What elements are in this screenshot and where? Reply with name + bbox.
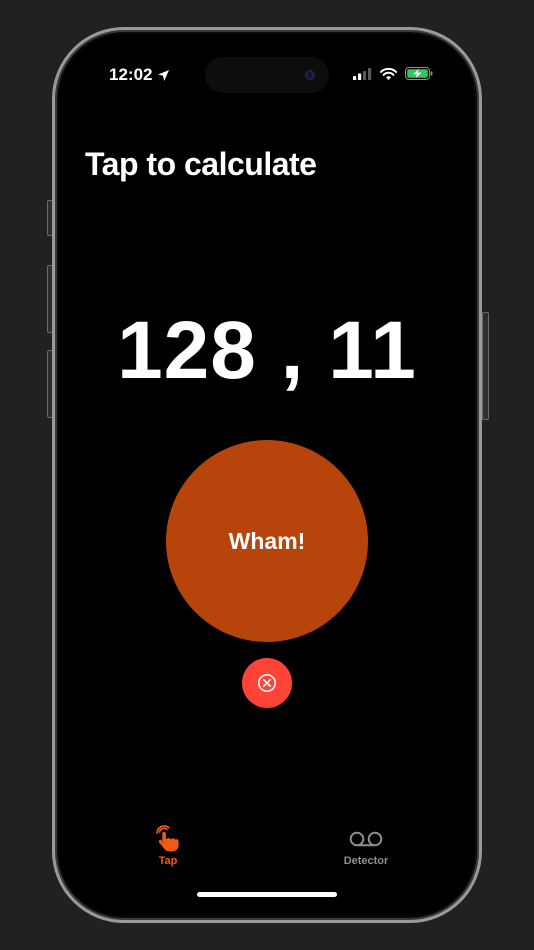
phone-screen: 12:02 Tap to calculate 128 , 11 Wham! Ta…	[59, 34, 475, 916]
tab-tap-label: Tap	[158, 855, 178, 867]
status-time: 12:02	[109, 65, 170, 85]
status-time-text: 12:02	[109, 65, 153, 84]
tap-hand-icon	[156, 825, 179, 852]
front-camera	[305, 70, 315, 80]
clear-button[interactable]	[242, 658, 292, 708]
page-title: Tap to calculate	[85, 146, 317, 182]
location-arrow-icon	[158, 69, 170, 81]
dynamic-island	[205, 57, 329, 93]
home-indicator	[197, 892, 337, 897]
battery-charging-icon	[405, 67, 433, 80]
tab-detector-label: Detector	[343, 855, 389, 867]
cellular-signal-icon	[353, 67, 372, 80]
wham-button-label: Wham!	[228, 527, 306, 554]
voicemail-icon	[349, 831, 383, 847]
wham-button[interactable]: Wham!	[166, 440, 368, 642]
clear-circle-icon	[258, 674, 276, 692]
tab-detector[interactable]: Detector	[316, 824, 416, 867]
app-stage: 12:02 Tap to calculate 128 , 11 Wham! Ta…	[0, 0, 534, 950]
status-indicators	[353, 67, 433, 80]
power-button	[482, 312, 489, 420]
wifi-icon	[380, 67, 397, 80]
tab-tap[interactable]: Tap	[118, 824, 218, 867]
result-display: 128 , 11	[117, 305, 417, 396]
